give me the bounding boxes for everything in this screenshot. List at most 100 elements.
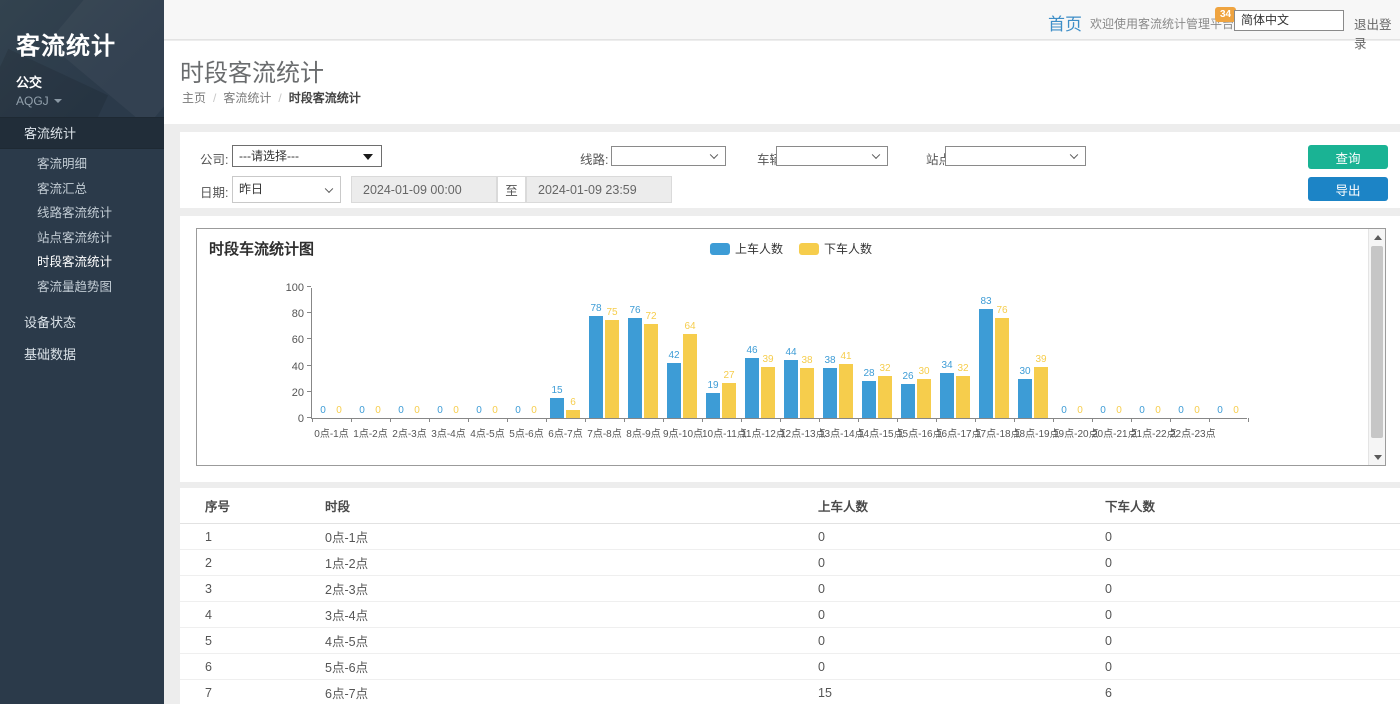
x-axis-label: 8点-9点 (624, 425, 663, 440)
scroll-up-icon (1374, 235, 1382, 240)
table-cell: 2点-3点 (325, 579, 818, 598)
bar-boarding[interactable] (862, 381, 876, 418)
bar-value-label: 64 (673, 321, 707, 332)
chart-title: 时段车流统计图 (209, 238, 314, 259)
sidebar-section-base-data[interactable]: 基础数据 (0, 339, 164, 371)
bar-alighting[interactable] (995, 318, 1009, 418)
table-cell: 6 (205, 660, 325, 674)
bar-boarding[interactable] (706, 393, 720, 418)
bar-alighting[interactable] (878, 376, 892, 418)
sidebar-item[interactable]: 客流汇总 (0, 177, 164, 202)
date-preset-select[interactable]: 昨日 (232, 176, 341, 203)
bar-boarding[interactable] (979, 309, 993, 418)
logout-link[interactable]: 退出登录 (1354, 14, 1400, 52)
bar-alighting[interactable] (605, 320, 619, 418)
company-select[interactable]: ---请选择--- (232, 145, 382, 167)
legend-item[interactable]: 上车人数 (710, 240, 783, 257)
welcome-text: 欢迎使用客流统计管理平台 (1090, 15, 1234, 32)
company-dropdown-icon (363, 154, 373, 160)
line-select[interactable] (611, 146, 726, 166)
bar-boarding[interactable] (745, 358, 759, 418)
table-cell: 0 (1105, 660, 1388, 674)
x-axis-label: 4点-5点 (468, 425, 507, 440)
x-axis-tick (663, 418, 664, 422)
chart-scrollbar[interactable] (1368, 229, 1385, 465)
table-cell: 4 (205, 608, 325, 622)
sidebar-item[interactable]: 客流量趋势图 (0, 275, 164, 300)
bar-alighting[interactable] (683, 334, 697, 418)
bar-boarding[interactable] (901, 384, 915, 418)
x-axis-tick (1014, 418, 1015, 422)
sidebar-item[interactable]: 站点客流统计 (0, 226, 164, 251)
vehicle-select[interactable] (776, 146, 888, 166)
sidebar-item[interactable]: 线路客流统计 (0, 201, 164, 226)
bar-alighting[interactable] (1034, 367, 1048, 418)
chart-legend: 上车人数下车人数 (710, 240, 872, 257)
bar-alighting[interactable] (644, 324, 658, 418)
sidebar-item[interactable]: 客流明细 (0, 152, 164, 177)
sidebar-item[interactable]: 时段客流统计 (0, 250, 164, 275)
x-axis-tick (624, 418, 625, 422)
bar-boarding[interactable] (667, 363, 681, 418)
bar-alighting[interactable] (956, 376, 970, 418)
breadcrumb-separator: / (278, 91, 281, 105)
table-cell: 0点-1点 (325, 527, 818, 546)
x-axis-tick (1170, 418, 1171, 422)
sidebar-section-device-status[interactable]: 设备状态 (0, 307, 164, 339)
x-axis-label: 21点-22点 (1131, 425, 1170, 440)
home-link[interactable]: 首页 (1048, 10, 1082, 35)
bar-alighting[interactable] (917, 379, 931, 418)
y-axis-tick (307, 391, 311, 392)
bar-alighting[interactable] (839, 364, 853, 418)
scroll-up-button[interactable] (1369, 229, 1386, 245)
date-to-label: 至 (497, 176, 526, 203)
bar-alighting[interactable] (566, 410, 580, 418)
bar-boarding[interactable] (823, 368, 837, 418)
table-cell: 0 (818, 634, 1105, 648)
table-header-cell: 时段 (325, 496, 818, 515)
x-axis-tick (1209, 418, 1210, 422)
x-axis-label: 11点-12点 (741, 425, 780, 440)
y-axis-label: 80 (266, 308, 304, 320)
legend-item[interactable]: 下车人数 (799, 240, 872, 257)
table-row: 65点-6点00 (180, 654, 1400, 680)
breadcrumb-item: 时段客流统计 (289, 91, 361, 105)
bar-boarding[interactable] (628, 318, 642, 418)
y-axis-label: 20 (266, 387, 304, 399)
station-select[interactable] (945, 146, 1086, 166)
x-axis-tick (1092, 418, 1093, 422)
date-to-input[interactable]: 2024-01-09 23:59 (526, 176, 672, 203)
scroll-down-button[interactable] (1369, 449, 1386, 465)
bar-boarding[interactable] (784, 360, 798, 418)
bar-alighting[interactable] (722, 383, 736, 418)
bar-alighting[interactable] (761, 367, 775, 418)
legend-label: 上车人数 (735, 240, 783, 257)
table-row: 10点-1点00 (180, 524, 1400, 550)
date-from-input[interactable]: 2024-01-09 00:00 (351, 176, 497, 203)
sidebar-section-passenger-stats[interactable]: 客流统计 (0, 117, 164, 149)
bar-boarding[interactable] (1018, 379, 1032, 418)
export-button[interactable]: 导出 (1308, 177, 1388, 201)
x-axis-label: 20点-21点 (1092, 425, 1131, 440)
bar-boarding[interactable] (940, 373, 954, 418)
breadcrumb-item[interactable]: 主页 (182, 91, 206, 105)
bar-alighting[interactable] (800, 368, 814, 418)
table-cell: 1点-2点 (325, 553, 818, 572)
y-axis-tick (307, 286, 311, 287)
breadcrumb-item[interactable]: 客流统计 (223, 91, 271, 105)
scrollbar-thumb[interactable] (1371, 246, 1383, 438)
bar-boarding[interactable] (589, 316, 603, 418)
y-axis-label: 100 (266, 282, 304, 294)
org-selector[interactable]: AQGJ (0, 91, 164, 108)
table-cell: 0 (818, 530, 1105, 544)
table-cell: 0 (818, 556, 1105, 570)
query-button[interactable]: 查询 (1308, 145, 1388, 169)
x-axis-label: 9点-10点 (663, 425, 702, 440)
language-select[interactable]: 简体中文 (1234, 10, 1344, 31)
x-axis-label: 7点-8点 (585, 425, 624, 440)
sidebar: 客流统计 公交 AQGJ 客流统计客流明细客流汇总线路客流统计站点客流统计时段客… (0, 0, 164, 704)
y-axis-label: 0 (266, 413, 304, 425)
table-cell: 0 (818, 660, 1105, 674)
x-axis-tick (780, 418, 781, 422)
data-table-panel: 序号时段上车人数下车人数 10点-1点0021点-2点0032点-3点0043点… (180, 488, 1400, 704)
